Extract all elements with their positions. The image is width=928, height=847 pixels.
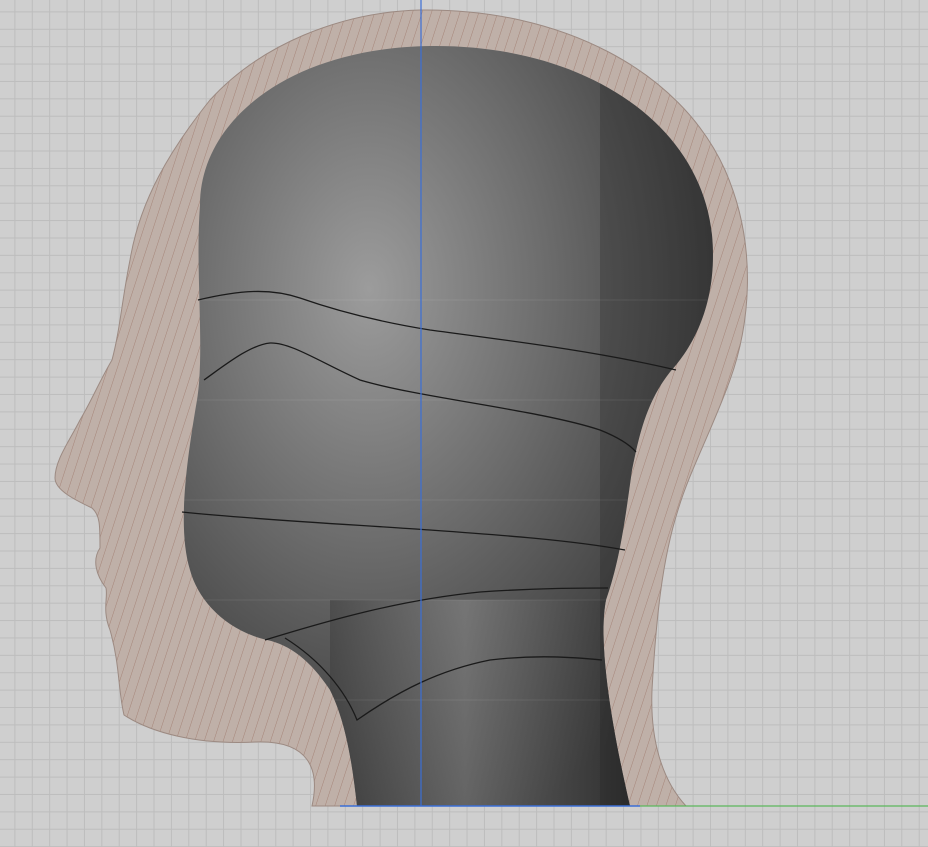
scene-canvas[interactable] <box>0 0 928 847</box>
modeling-viewport[interactable] <box>0 0 928 847</box>
